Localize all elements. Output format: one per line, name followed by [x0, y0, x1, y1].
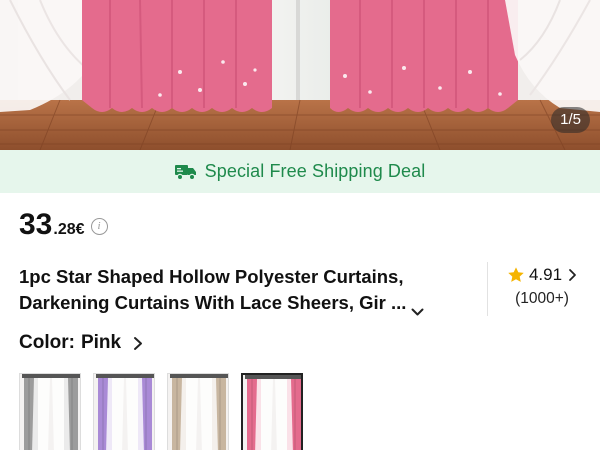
chevron-right-icon — [133, 336, 143, 351]
truck-icon — [174, 163, 197, 181]
divider — [487, 262, 488, 316]
color-swatch-list — [19, 373, 303, 450]
image-counter: 1/5 — [551, 107, 590, 133]
product-title-line1: 1pc Star Shaped Hollow Polyester Curtain… — [19, 266, 404, 287]
info-icon[interactable]: i — [90, 217, 108, 235]
color-value: Pink — [80, 332, 122, 353]
product-image-carousel[interactable]: 1/5 — [0, 0, 600, 150]
swatch-purple[interactable] — [93, 373, 155, 450]
color-label: Color: — [19, 332, 75, 353]
shipping-text: Special Free Shipping Deal — [204, 161, 426, 181]
color-selector[interactable]: Color: Pink — [19, 332, 143, 354]
swatch-pink[interactable] — [241, 373, 303, 450]
review-count: (1000+) — [515, 290, 569, 307]
product-title-line2: Darkening Curtains With Lace Sheers, Gir… — [19, 292, 407, 313]
rating-value: 4.91 — [528, 265, 563, 284]
free-shipping-banner[interactable]: Special Free Shipping Deal — [0, 150, 600, 193]
rating-summary[interactable]: 4.91 (1000+) — [497, 262, 587, 308]
chevron-right-icon — [568, 268, 577, 282]
product-title[interactable]: 1pc Star Shaped Hollow Polyester Curtain… — [19, 264, 479, 316]
swatch-beige[interactable] — [167, 373, 229, 450]
chevron-down-icon[interactable] — [411, 298, 424, 316]
product-photo — [0, 0, 600, 150]
price-integer: 33 — [19, 208, 53, 241]
price-currency: € — [75, 221, 85, 238]
swatch-grey[interactable] — [19, 373, 81, 450]
price-decimal: .28 — [53, 221, 76, 238]
star-icon — [507, 266, 525, 284]
price: 33 .28 € i — [19, 208, 108, 248]
